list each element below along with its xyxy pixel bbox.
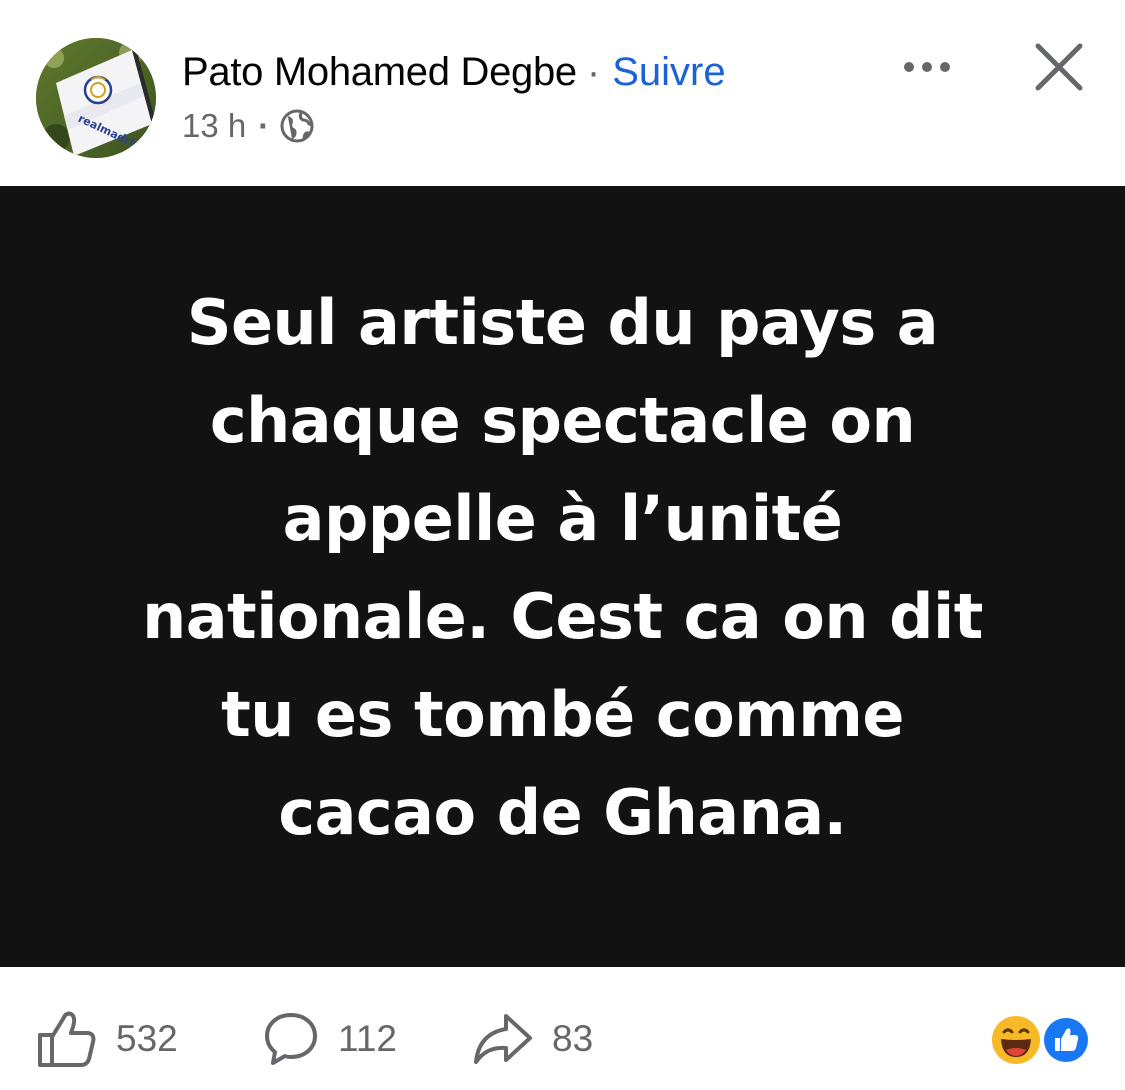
post-text-line: tu es tombé comme [221, 677, 904, 751]
globe-icon [279, 108, 315, 144]
post-text-line: appelle à l’unité [282, 481, 843, 555]
post-header: realmadrid Pato Mohamed Degbe · Suivre 1… [0, 0, 1125, 186]
like-count: 532 [116, 1018, 178, 1059]
comment-button[interactable]: 112 [262, 1009, 397, 1069]
thumbs-up-icon [38, 1011, 96, 1067]
post-time[interactable]: 13 h [182, 107, 246, 145]
author-name[interactable]: Pato Mohamed Degbe [182, 46, 577, 98]
separator-dot: · [586, 50, 601, 94]
share-count: 83 [552, 1018, 594, 1059]
post-text-card: Seul artiste du pays a chaque spectacle … [0, 186, 1125, 967]
close-icon [1035, 43, 1083, 91]
post-text: Seul artiste du pays a chaque spectacle … [142, 274, 983, 862]
reactions-summary[interactable] [990, 1014, 1094, 1066]
like-button[interactable]: 532 [36, 1009, 178, 1069]
post-actions: 532 112 83 [0, 967, 1125, 1090]
more-options-button[interactable] [896, 50, 958, 84]
follow-button[interactable]: Suivre [612, 46, 725, 98]
comment-count: 112 [338, 1018, 397, 1059]
post-text-line: nationale. Cest ca on dit [142, 579, 983, 653]
facebook-post: realmadrid Pato Mohamed Degbe · Suivre 1… [0, 0, 1125, 1090]
share-button[interactable]: 83 [472, 1009, 593, 1069]
reaction-icons [992, 1015, 1091, 1065]
real-madrid-flag-icon: realmadrid [36, 38, 156, 158]
laughing-face-icon [992, 1016, 1040, 1064]
more-options-icon [904, 62, 950, 72]
author-line: Pato Mohamed Degbe · Suivre [182, 46, 726, 98]
close-button[interactable] [1030, 38, 1088, 96]
comment-bubble-icon [265, 1013, 317, 1065]
post-meta: 13 h · [182, 104, 315, 148]
avatar[interactable]: realmadrid [36, 38, 156, 158]
meta-separator: · [258, 107, 270, 144]
share-arrow-icon [474, 1014, 532, 1064]
post-text-line: chaque spectacle on [209, 383, 916, 457]
post-text-line: Seul artiste du pays a [186, 285, 939, 359]
post-text-line: cacao de Ghana. [278, 775, 847, 849]
like-reaction-icon [1041, 1015, 1091, 1065]
